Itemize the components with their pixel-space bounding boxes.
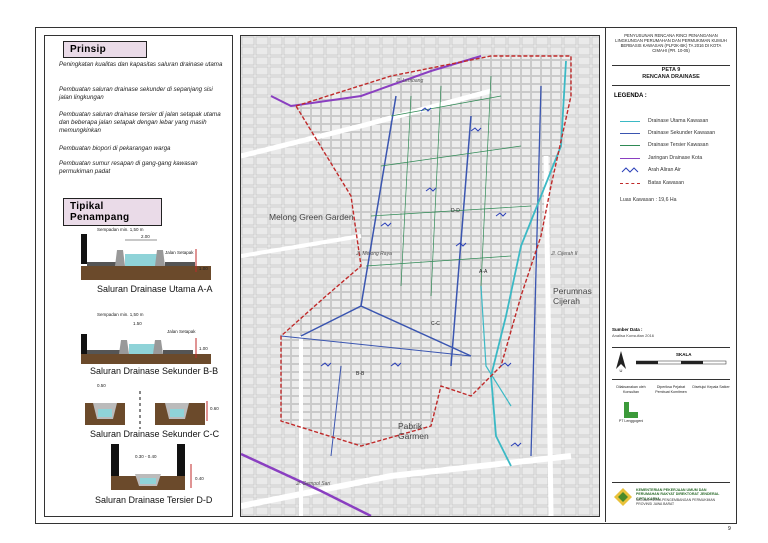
section-c-diagram <box>85 391 208 429</box>
left-panel: Prinsip Peningkatan kualitas dan kapasit… <box>44 35 233 517</box>
section-mark-b: B-B <box>356 371 365 377</box>
arrow-icon <box>621 167 639 173</box>
section-d-diagram <box>111 444 192 490</box>
legend-area: Luas Kawasan : 19,6 Ha <box>620 197 677 203</box>
section-mark-a: A-A <box>479 269 488 275</box>
road-cijerah: Jl. Cijerah II <box>551 251 578 257</box>
label-perumnas: Perumnas Cijerah <box>553 286 592 306</box>
section-d-width: 0.30 - 0.40 <box>135 454 157 459</box>
legend-kota: Jaringan Drainase Kota <box>648 155 703 161</box>
section-a-height: 1.00 <box>199 266 208 271</box>
prinsip-item: Pembuatan saluran drainase sekunder di s… <box>59 86 213 101</box>
legend-sekunder: Drainase Sekunder Kawasan <box>648 130 716 136</box>
legend-batas: Batas Kawasan <box>648 180 685 186</box>
map-number: PETA 9 <box>661 67 681 73</box>
section-mark-c: C-C <box>431 321 440 327</box>
section-b-width: 1.50 <box>133 321 142 326</box>
page-number: 9 <box>728 526 731 532</box>
source-label: Sumber Data : <box>612 327 643 332</box>
section-c-caption: Saluran Drainase Sekunder C-C <box>90 429 220 439</box>
section-a-caption: Saluran Drainase Utama A-A <box>97 284 213 294</box>
section-b-sempadan: Sempadan min. 1,50 m <box>97 312 144 317</box>
prinsip-item: Peningkatan kualitas dan kapasitas salur… <box>59 61 223 68</box>
consultant-logo-icon <box>624 402 638 418</box>
footer-sub: SATUAN KERJA PENGEMBANGAN PERMUKIMAN PRO… <box>636 498 716 507</box>
legend-arah: Arah Aliran Air <box>648 167 681 173</box>
legend-utama: Drainase Utama Kawasan <box>648 118 709 124</box>
section-c-width: 0.50 <box>97 383 106 388</box>
legend-tersier-swatch <box>620 145 640 146</box>
label-melong: Melong Green Garden <box>269 212 354 222</box>
road-lembang: Jl. Lembang <box>396 78 424 84</box>
divider <box>612 379 730 380</box>
svg-text:U: U <box>620 368 623 373</box>
signature-konsultan: Dilaksanakan oleh Konsultan <box>616 385 646 394</box>
section-d-height: 0.40 <box>195 476 204 481</box>
tipikal-header: Tipikal Penampang <box>63 198 162 226</box>
road-melong: Jl. Melong Raya <box>356 251 392 257</box>
legend-tersier: Drainase Tersier Kawasan <box>648 142 709 148</box>
map-canvas <box>241 36 599 516</box>
title-block: PENYUSUNAN RENCANA RINCI PENANGANAN LING… <box>605 27 736 522</box>
signature-ppk: Diperiksa Pejabat Pembuat Komitmen <box>655 385 687 394</box>
scale-bar <box>636 360 727 365</box>
legend-title: LEGENDA : <box>614 93 647 99</box>
section-a-jalan: Jalan Setapak <box>165 250 194 255</box>
ministry-logo-icon <box>614 488 632 506</box>
section-a-width: 2.00 <box>141 234 150 239</box>
prinsip-header: Prinsip <box>63 41 147 58</box>
signature-satker: Disetujui Kepala Satker <box>692 385 730 389</box>
project-title: PENYUSUNAN RENCANA RINCI PENANGANAN LING… <box>615 33 727 53</box>
label-pabrik: Pabrik Garmen <box>398 421 429 441</box>
section-b-jalan: Jalan Setapak <box>167 329 196 334</box>
section-a-sempadan: Sempadan min. 1,50 m <box>97 227 144 232</box>
legend-kota-swatch <box>620 158 640 159</box>
legend-batas-swatch <box>620 183 640 184</box>
divider <box>612 482 730 483</box>
scale-label: SKALA <box>676 352 692 357</box>
divider <box>612 65 730 66</box>
map-title: RENCANA DRAINASE <box>642 74 700 80</box>
section-c-height: 0.60 <box>210 406 219 411</box>
section-d-caption: Saluran Drainase Tersier D-D <box>95 495 213 505</box>
map-panel: Melong Green Garden Perumnas Cijerah Pab… <box>240 35 600 517</box>
prinsip-item: Pembuatan sumur resapan di gang-gang kaw… <box>59 160 198 175</box>
prinsip-item: Pembuatan biopori di pekarangan warga <box>59 145 171 152</box>
legend-sekunder-swatch <box>620 133 640 134</box>
divider <box>612 85 730 86</box>
section-b-diagram <box>81 334 211 364</box>
section-b-caption: Saluran Drainase Sekunder B-B <box>90 366 219 376</box>
consultant-name: PT Lenggogeni <box>618 419 644 423</box>
prinsip-item: Pembuatan saluran drainase tersier di ja… <box>59 111 221 134</box>
north-arrow-icon: U <box>616 351 626 373</box>
section-b-height: 1.00 <box>199 346 208 351</box>
road-gempol: Jl. Gempol Sari <box>296 481 331 487</box>
source-value: Analisa Konsultan 2016 <box>612 333 655 338</box>
divider <box>612 347 730 348</box>
section-mark-d: D-D <box>451 208 460 214</box>
legend-utama-swatch <box>620 121 640 122</box>
